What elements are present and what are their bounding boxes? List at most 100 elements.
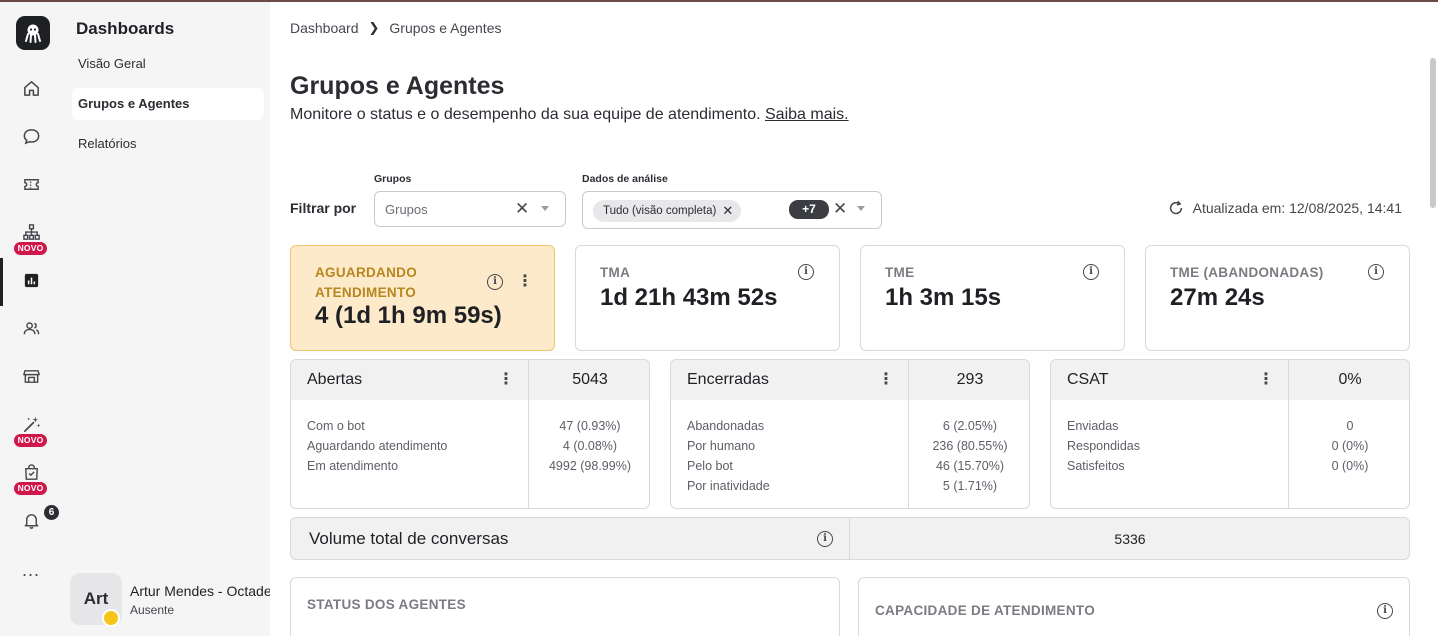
breadcrumb-dashboard[interactable]: Dashboard (290, 20, 359, 36)
kpi-value: 27m 24s (1170, 284, 1265, 311)
info-icon[interactable]: i (817, 531, 833, 547)
kpi-value: 4 (1d 1h 9m 59s) (315, 302, 502, 329)
analysis-field-label: Dados de análise (582, 173, 668, 185)
contacts-nav-button[interactable] (0, 310, 62, 346)
clear-groups-icon[interactable]: ✕ (515, 200, 529, 218)
sidebar-item-visao-geral[interactable]: Visão Geral (72, 48, 264, 80)
page-subtitle: Monitore o status e o desempenho da sua … (290, 106, 849, 124)
chat-nav-button[interactable] (0, 118, 62, 154)
row-value: 6 (2.05%) (942, 419, 998, 433)
row-value: 4 (0.08%) (562, 439, 618, 453)
groups-select-placeholder: Grupos (385, 202, 428, 217)
home-icon (23, 80, 39, 96)
kpi-label: TME (885, 265, 915, 280)
chat-bubble-icon (23, 128, 39, 144)
row-value: 0 (0%) (1331, 459, 1369, 473)
info-icon[interactable]: i (1377, 603, 1393, 619)
dashboards-sidebar: Dashboards Visão Geral Grupos e Agentes … (62, 2, 286, 636)
bar-chart-icon (24, 273, 38, 287)
more-vertical-icon[interactable]: ⋮ (517, 274, 533, 290)
people-icon (23, 321, 39, 334)
sidebar-item-relatorios[interactable]: Relatórios (72, 128, 264, 160)
section-title: CAPACIDADE DE ATENDIMENTO (875, 603, 1096, 618)
octadesk-logo[interactable] (16, 16, 50, 50)
row-label: Respondidas (1067, 439, 1140, 453)
panel-rows: Enviadas Respondidas Satisfeitos (1067, 416, 1140, 476)
volume-value: 5336 (1114, 531, 1146, 547)
kpi-label: TME (ABANDONADAS) (1170, 265, 1324, 280)
row-value: 0 (1346, 419, 1354, 433)
volume-label: Volume total de conversas (309, 529, 509, 548)
presence-status-dot (102, 609, 120, 627)
scrollbar-thumb[interactable] (1430, 58, 1436, 208)
filter-label: Filtrar por (290, 200, 357, 216)
row-value: 46 (15.70%) (935, 459, 1005, 473)
row-label: Enviadas (1067, 419, 1119, 433)
row-label: Abandonadas (687, 419, 765, 433)
refresh-icon[interactable] (1167, 199, 1185, 217)
info-icon[interactable]: i (1368, 264, 1384, 280)
panel-title: Encerradas (687, 371, 769, 388)
analysis-chip[interactable]: Tudo (visão completa) ✕ (593, 200, 742, 222)
info-icon[interactable]: i (1083, 264, 1099, 280)
panel-rows: Com o bot Aguardando atendimento Em aten… (307, 416, 447, 476)
shopping-bag-icon (24, 463, 38, 480)
home-nav-button[interactable] (0, 70, 62, 106)
vertical-scrollbar[interactable] (1428, 28, 1438, 636)
kpi-label: TMA (600, 265, 631, 280)
panel-title: Abertas (307, 371, 363, 388)
more-options-icon[interactable]: ... (22, 560, 40, 581)
sidebar-item-grupos-e-agentes[interactable]: Grupos e Agentes (72, 88, 264, 120)
panel-values: 6 (2.05%) 236 (80.55%) 46 (15.70%) 5 (1.… (909, 416, 1029, 496)
new-badge: NOVO (14, 482, 47, 495)
more-vertical-icon[interactable]: ⋮ (878, 372, 894, 388)
clear-analysis-icon[interactable]: ✕ (833, 200, 847, 218)
panel-total: 0% (1338, 371, 1362, 388)
main-content: Dashboard ❯ Grupos e Agentes Grupos e Ag… (270, 2, 1438, 636)
breadcrumb-current: Grupos e Agentes (389, 20, 502, 36)
row-label: Por humano (687, 439, 756, 453)
more-selected-count[interactable]: +7 (789, 200, 829, 219)
total-volume-bar: Volume total de conversas i 5336 (290, 517, 1410, 560)
row-value: 4992 (98.99%) (548, 459, 631, 473)
new-badge: NOVO (14, 434, 47, 447)
row-value: 0 (0%) (1331, 439, 1369, 453)
kpi-value: 1d 21h 43m 52s (600, 284, 778, 311)
kpi-card-tme: TME 1h 3m 15s i (860, 245, 1125, 351)
closed-conversations-panel: Encerradas ⋮ 293 Abandonadas Por humano … (670, 359, 1030, 509)
breadcrumb: Dashboard ❯ Grupos e Agentes (290, 20, 501, 36)
user-profile-card[interactable]: Art Artur Mendes - Octadesk Ausente (62, 572, 286, 636)
org-chart-icon (22, 223, 40, 240)
panel-values: 47 (0.93%) 4 (0.08%) 4992 (98.99%) (529, 416, 649, 476)
section-title: STATUS DOS AGENTES (307, 597, 466, 612)
dashboards-nav-button[interactable] (0, 262, 62, 298)
subtitle-text: Monitore o status e o desempenho da sua … (290, 106, 761, 123)
panel-total: 293 (956, 371, 984, 388)
chevron-down-icon[interactable] (541, 206, 549, 211)
user-status: Ausente (130, 603, 175, 617)
chevron-right-icon: ❯ (368, 20, 380, 35)
agents-status-section: STATUS DOS AGENTES (290, 577, 840, 636)
remove-chip-icon[interactable]: ✕ (722, 203, 733, 219)
more-vertical-icon[interactable]: ⋮ (1258, 372, 1274, 388)
store-nav-button[interactable] (0, 358, 62, 394)
row-label: Por inatividade (687, 479, 770, 493)
last-updated: Atualizada em: 12/08/2025, 14:41 (1167, 199, 1402, 217)
chevron-down-icon[interactable] (857, 206, 865, 211)
kpi-value: 1h 3m 15s (885, 284, 1002, 311)
panel-total: 5043 (572, 371, 608, 388)
info-icon[interactable]: i (798, 264, 814, 280)
analysis-data-select[interactable]: Tudo (visão completa) ✕ +7 ✕ (582, 191, 882, 229)
info-icon[interactable]: i (487, 274, 503, 290)
panel-rows: Abandonadas Por humano Pelo bot Por inat… (687, 416, 770, 496)
more-vertical-icon[interactable]: ⋮ (498, 372, 514, 388)
last-updated-text: Atualizada em: 12/08/2025, 14:41 (1192, 200, 1402, 216)
groups-select[interactable]: Grupos ✕ (374, 191, 566, 227)
ticket-icon (23, 178, 39, 190)
sidebar-title: Dashboards (76, 19, 175, 38)
tickets-nav-button[interactable] (0, 166, 62, 202)
kpi-label: AGUARDANDO ATENDIMENTO (315, 265, 417, 300)
page-title: Grupos e Agentes (290, 72, 505, 100)
open-conversations-panel: Abertas ⋮ 5043 Com o bot Aguardando aten… (290, 359, 650, 509)
learn-more-link[interactable]: Saiba mais. (765, 106, 849, 123)
